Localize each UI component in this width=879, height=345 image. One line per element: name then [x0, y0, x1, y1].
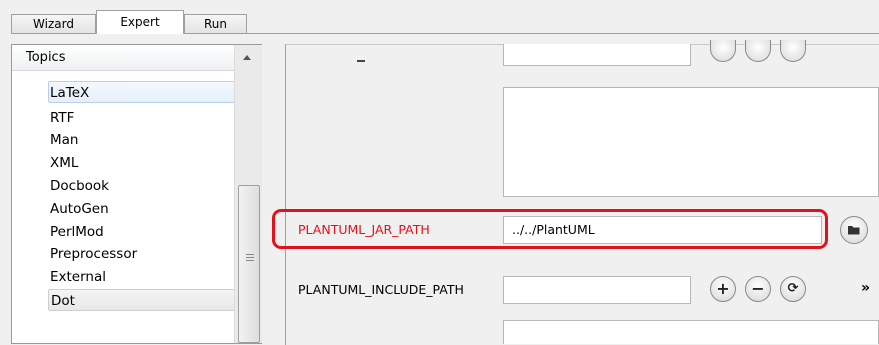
include-path-label: PLANTUML_INCLUDE_PATH	[298, 282, 464, 297]
topics-panel: Topics LaTeX RTF Man XML Docbook AutoGen…	[11, 44, 262, 344]
tab-expert[interactable]: Expert	[96, 10, 184, 34]
remove-button[interactable]: −	[745, 276, 771, 302]
topic-item-docbook[interactable]: Docbook	[48, 175, 236, 197]
tab-bar: Wizard Expert Run	[0, 0, 879, 34]
topic-item-xml[interactable]: XML	[48, 152, 236, 174]
scroll-up-arrow-icon[interactable]	[243, 55, 251, 60]
previous-list-box[interactable]	[503, 87, 879, 197]
include-path-input[interactable]	[503, 276, 691, 304]
tab-wizard[interactable]: Wizard	[11, 14, 96, 33]
topic-item-man[interactable]: Man	[48, 129, 236, 151]
topic-item-rtf[interactable]: RTF	[48, 107, 236, 129]
topic-item-dot[interactable]: Dot	[48, 289, 236, 311]
add-button[interactable]: +	[710, 276, 736, 302]
grip-icon	[246, 254, 254, 262]
topic-item-perlmod[interactable]: PerlMod	[48, 221, 236, 243]
truncated-label-fragment	[357, 60, 365, 62]
reset-button[interactable]: ⟳	[780, 276, 806, 302]
highlight-annotation	[272, 209, 828, 249]
folder-icon	[848, 226, 860, 235]
topic-item-autogen[interactable]: AutoGen	[48, 198, 236, 220]
topics-header: Topics	[12, 45, 234, 71]
browse-folder-button[interactable]	[840, 216, 868, 244]
previous-setting-field[interactable]	[503, 44, 691, 66]
more-icon[interactable]: »	[861, 280, 870, 296]
topics-scrollbar[interactable]	[234, 45, 262, 343]
topic-item-latex[interactable]: LaTeX	[48, 81, 236, 103]
topic-item-external[interactable]: External	[48, 266, 236, 288]
include-path-list-box[interactable]	[503, 320, 879, 344]
scrollbar-thumb[interactable]	[238, 185, 260, 343]
tab-run[interactable]: Run	[184, 14, 247, 33]
topic-item-preprocessor[interactable]: Preprocessor	[48, 243, 236, 265]
